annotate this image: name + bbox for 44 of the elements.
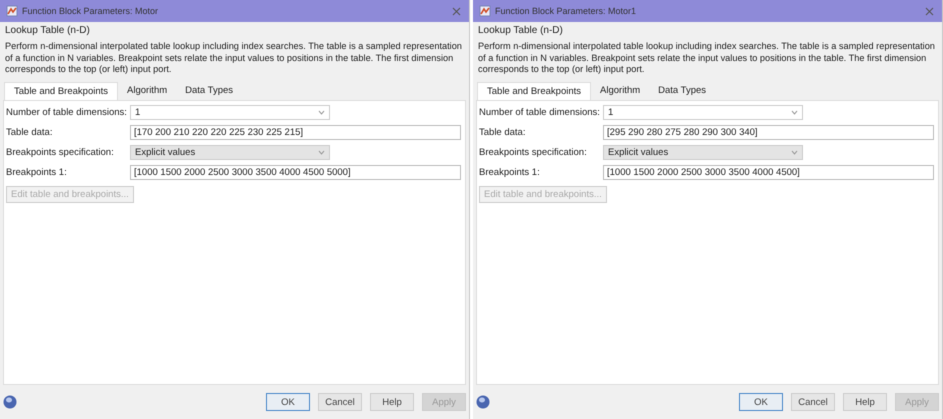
app-icon xyxy=(6,5,18,17)
dialog-button[interactable]: OK xyxy=(266,393,310,411)
window-title: Function Block Parameters: Motor xyxy=(22,6,160,16)
close-button[interactable] xyxy=(450,4,463,18)
dialog-button[interactable]: Help xyxy=(370,393,414,411)
input-field[interactable]: [1000 1500 2000 2500 3000 3500 4000 4500 5000] xyxy=(130,164,461,180)
block-name: Lookup Table (n-D) xyxy=(478,25,564,36)
dropdown[interactable]: 1 xyxy=(130,104,330,120)
dialog-button[interactable]: Cancel xyxy=(791,393,835,411)
app-icon xyxy=(479,5,491,17)
chevron-icon xyxy=(318,150,325,154)
input-field[interactable]: [295 290 280 275 280 290 300 340] xyxy=(603,124,934,140)
field-label: Number of table dimensions: xyxy=(6,106,128,118)
tab[interactable]: Table and Breakpoints xyxy=(477,82,592,100)
chevron-icon xyxy=(318,110,325,114)
field-label: Breakpoints 1: xyxy=(479,166,541,178)
help-icon xyxy=(3,395,17,409)
chevron-icon xyxy=(791,110,798,114)
field-label: Breakpoints 1: xyxy=(6,166,68,178)
close-button[interactable] xyxy=(923,4,936,18)
dialog-button[interactable]: OK xyxy=(739,393,783,411)
tab[interactable]: Algorithm xyxy=(118,82,176,100)
tab[interactable]: Table and Breakpoints xyxy=(4,82,118,100)
close-icon xyxy=(452,6,461,16)
dialog-button[interactable]: Help xyxy=(843,393,887,411)
input-field[interactable]: [1000 1500 2000 2500 3000 3500 4000 4500] xyxy=(603,164,934,180)
description-text: Perform n-dimensional interpolated table lookup including index searches. The table is a sampled representation of a function in N variables. Breakpoint sets relate the input values to positions in the table. The first dimension corresponds to the top (or left) input port. xyxy=(478,41,936,76)
tab[interactable]: Data Types xyxy=(649,82,716,100)
field-label: Number of table dimensions: xyxy=(479,106,601,118)
close-icon xyxy=(925,6,934,16)
tab[interactable]: Data Types xyxy=(176,82,242,100)
description-text: Perform n-dimensional interpolated table lookup including index searches. The table is a sampled representation of a function in N variables. Breakpoint sets relate the input values to positions in the table. The first dimension corresponds to the top (or left) input port. xyxy=(5,41,463,76)
tab[interactable]: Algorithm xyxy=(591,82,650,100)
field-label: Breakpoints specification: xyxy=(479,146,588,158)
field-label: Table data: xyxy=(479,126,526,138)
input-field[interactable]: [170 200 210 220 220 225 230 225 215] xyxy=(130,124,461,140)
chevron-icon xyxy=(791,150,798,154)
window-title: Function Block Parameters: Motor1 xyxy=(495,6,638,16)
field-label: Table data: xyxy=(6,126,54,138)
dropdown[interactable]: 1 xyxy=(603,104,803,120)
help-icon xyxy=(476,395,490,409)
block-name: Lookup Table (n-D) xyxy=(5,25,91,36)
dialog-button[interactable]: Cancel xyxy=(318,393,362,411)
field-label: Breakpoints specification: xyxy=(6,146,115,158)
